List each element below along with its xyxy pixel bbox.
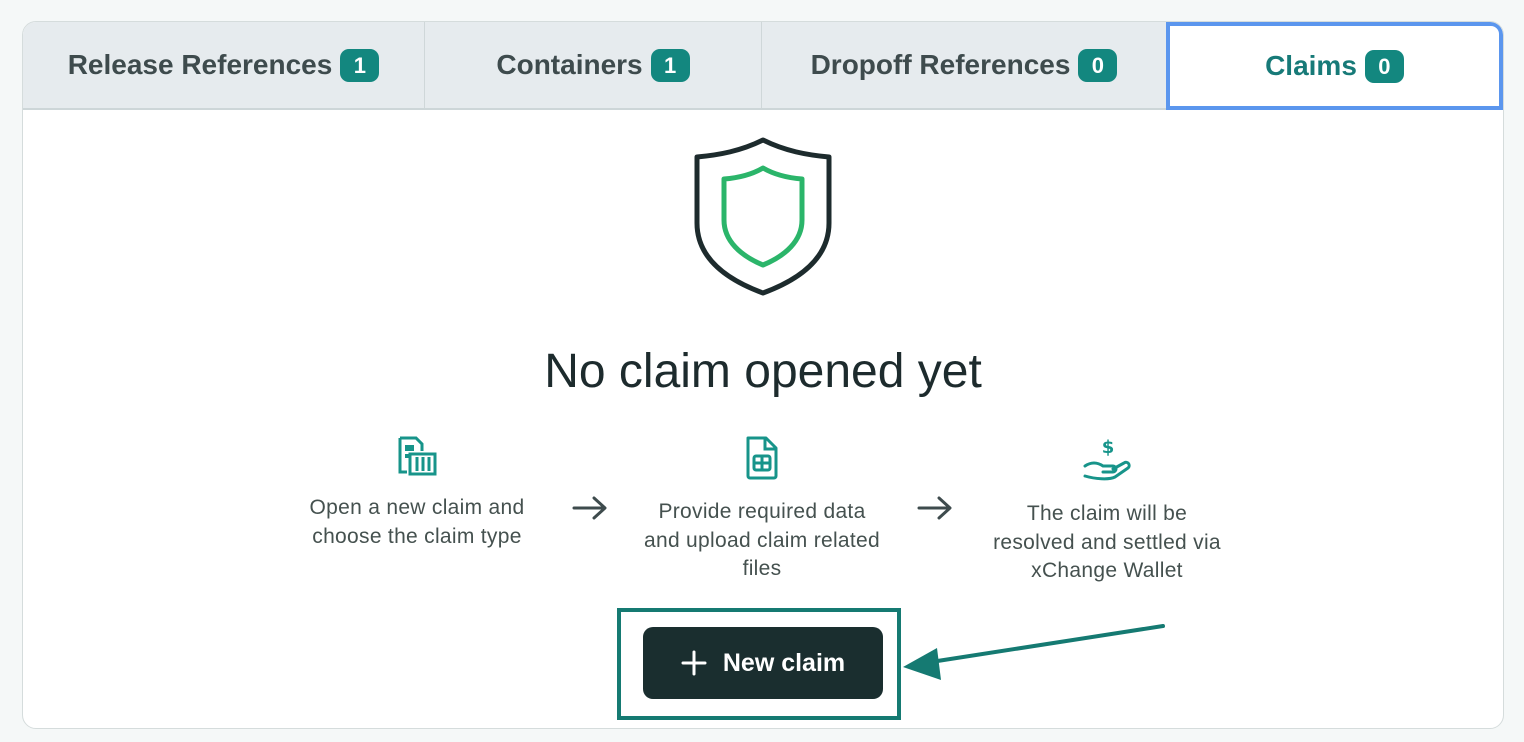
file-table-icon <box>746 436 778 480</box>
arrow-right-icon <box>917 496 952 520</box>
step-resolve-settle: $ The claim will be resolved and settled… <box>987 436 1227 586</box>
annotation-arrow <box>903 624 1165 680</box>
step-text: Provide required data and upload claim r… <box>643 500 880 580</box>
tab-label: Containers <box>496 49 643 80</box>
tab-claims[interactable]: Claims 0 <box>1166 22 1503 110</box>
tab-containers[interactable]: Containers 1 <box>425 22 762 108</box>
new-claim-button[interactable]: New claim <box>643 627 883 699</box>
step-open-claim: Open a new claim and choose the claim ty… <box>297 436 537 551</box>
step-text: The claim will be resolved and settled v… <box>993 502 1221 582</box>
empty-state-title: No claim opened yet <box>544 345 982 398</box>
hand-dollar-icon: $ <box>1083 437 1131 481</box>
count-badge: 0 <box>1078 48 1118 82</box>
arrow-right-icon <box>572 496 607 520</box>
plus-icon <box>681 650 707 676</box>
new-claim-label: New claim <box>722 648 846 677</box>
tab-release-references[interactable]: Release References 1 <box>23 22 425 108</box>
step-text: Open a new claim and choose the claim ty… <box>309 496 525 548</box>
document-container-icon <box>398 436 437 476</box>
tab-label: Claims <box>1265 50 1357 81</box>
shield-icon <box>694 137 832 296</box>
count-badge: 1 <box>340 48 380 82</box>
tab-dropoff-references[interactable]: Dropoff References 0 <box>762 22 1166 108</box>
step-provide-data: Provide required data and upload claim r… <box>642 436 882 584</box>
count-badge: 1 <box>650 48 690 82</box>
claims-panel: Release References 1 Containers 1 Dropof… <box>22 21 1504 729</box>
svg-text:$: $ <box>1102 437 1115 458</box>
tab-label: Release References <box>67 49 333 80</box>
tab-label: Dropoff References <box>810 49 1071 80</box>
count-badge: 0 <box>1364 49 1404 83</box>
tab-bar: Release References 1 Containers 1 Dropof… <box>23 22 1503 110</box>
